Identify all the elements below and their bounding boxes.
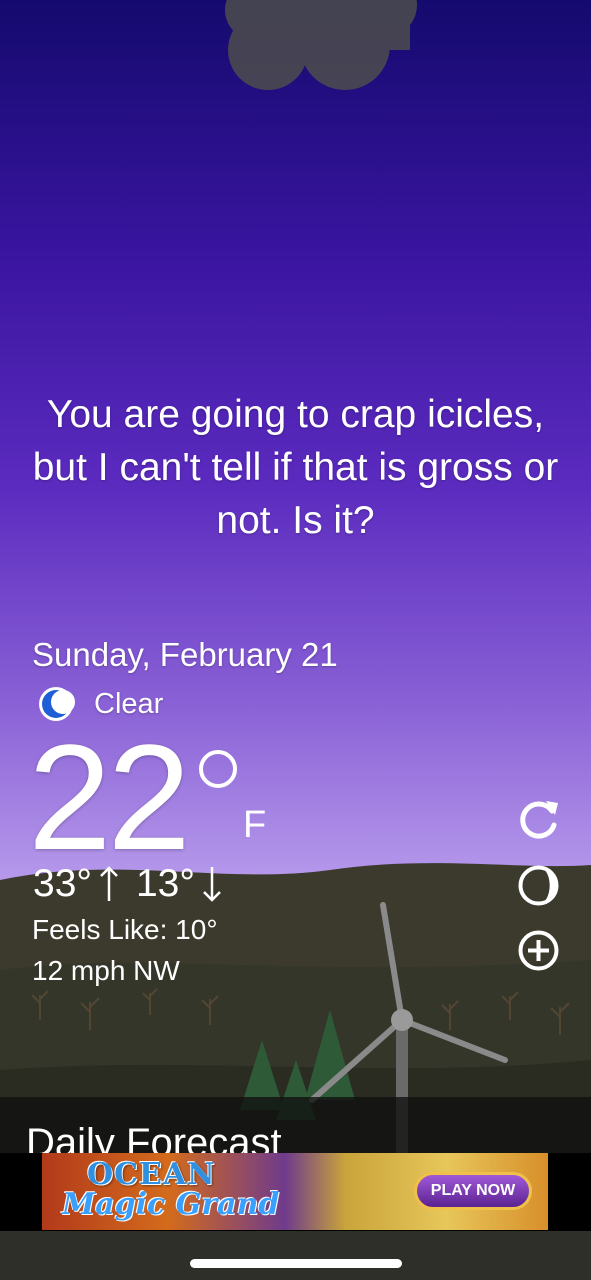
arrow-down-icon <box>203 867 221 902</box>
theme-button[interactable] <box>516 863 561 908</box>
low-temp: 13° <box>135 862 195 905</box>
bottom-bar <box>0 1231 591 1280</box>
date-label: Sunday, February 21 <box>32 636 338 673</box>
weather-quote: You are going to crap icicles, but I can… <box>32 393 559 542</box>
degree-symbol <box>199 750 237 788</box>
arrow-up-icon <box>100 866 118 901</box>
high-temp: 33° <box>33 862 92 905</box>
refresh-button[interactable] <box>516 797 561 842</box>
temperature-value: 22 <box>28 713 191 881</box>
ad-subtitle: Magic Grand <box>62 1187 280 1222</box>
cloud-graphic <box>225 0 417 90</box>
ad-play-button[interactable]: PLAY NOW <box>414 1172 532 1210</box>
ad-banner[interactable]: OCEAN Magic Grand PLAY NOW <box>42 1153 548 1230</box>
high-low-row: 33° 13° <box>33 862 239 906</box>
home-indicator[interactable] <box>190 1259 402 1268</box>
temperature-unit: F <box>243 804 267 846</box>
wind-label: 12 mph NW <box>32 955 180 986</box>
add-button[interactable] <box>516 928 561 973</box>
feels-like-label: Feels Like: 10° <box>32 914 218 945</box>
